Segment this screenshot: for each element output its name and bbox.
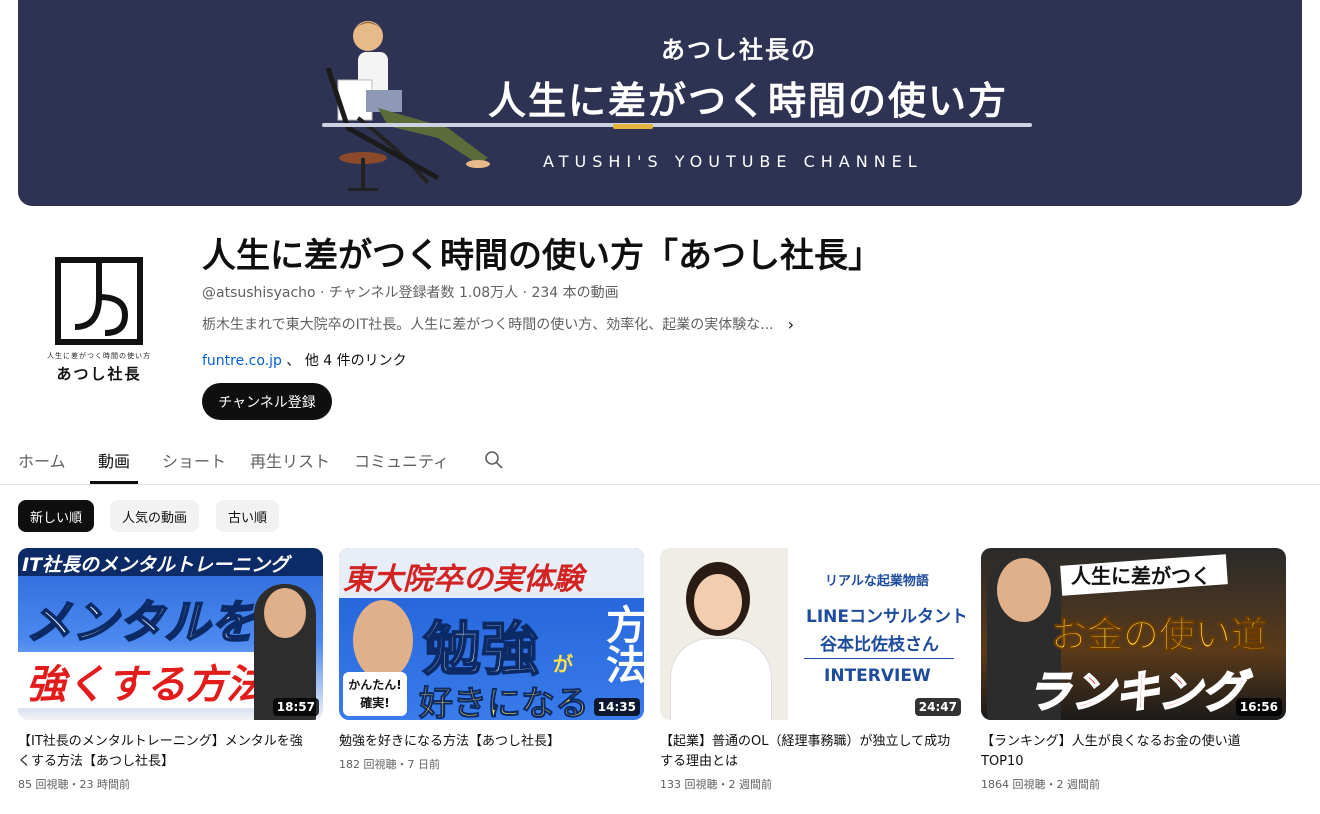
channel-links: funtre.co.jp 、 他 4 件のリンク bbox=[202, 350, 407, 370]
duration-badge: 14:35 bbox=[593, 698, 640, 716]
duration-badge: 16:56 bbox=[1235, 698, 1282, 716]
video-meta: 133 回視聴・2 週間前 bbox=[660, 778, 772, 791]
thumbnail-sub-text: ランキング bbox=[1026, 666, 1247, 719]
video-title[interactable]: 【IT社長のメンタルトレーニング】メンタルを強くする方法【あつし社長】 bbox=[18, 732, 313, 772]
thumbnail-line2: LINEコンサルタント bbox=[806, 607, 965, 627]
banner-english-text: ATUSHI'S YOUTUBE CHANNEL bbox=[543, 152, 923, 171]
video-thumbnail[interactable]: 東大院卒の実体験 勉強 が 方法 かんたん!確実! 好きになる 14:35 bbox=[339, 548, 644, 720]
video-thumbnail[interactable]: IT社長のメンタルトレーニング メンタルを 強くする方法 18:57 bbox=[18, 548, 323, 720]
avatar-name: あつし社長 bbox=[56, 364, 142, 383]
thumbnail-main-text: メンタルを bbox=[25, 594, 257, 650]
person-face bbox=[997, 558, 1051, 622]
thumbnail-sub-text: 好きになる bbox=[419, 684, 590, 721]
person-reading-illustration bbox=[325, 21, 490, 191]
video-thumbnail[interactable]: 人生に差がつく お金の使い道 ランキング 16:56 bbox=[981, 548, 1286, 720]
thumbnail-line4: INTERVIEW bbox=[824, 666, 931, 686]
thumbnail-heading: 東大院卒の実体験 bbox=[343, 562, 583, 597]
thumbnail-main-text: 勉強 bbox=[422, 614, 540, 684]
duration-badge: 24:47 bbox=[914, 698, 961, 716]
chevron-right-icon[interactable]: › bbox=[788, 315, 794, 334]
thumbnail-line3: 谷本比佐枝さん bbox=[820, 635, 939, 655]
thumbnail-heading: IT社長のメンタルトレーニング bbox=[22, 554, 290, 576]
channel-logo-icon bbox=[55, 256, 143, 345]
banner-divider-accent bbox=[613, 124, 653, 129]
channel-meta: @atsushisyacho · チャンネル登録者数 1.08万人 · 234 … bbox=[202, 285, 619, 301]
thumbnail-line1: リアルな起業物語 bbox=[825, 574, 929, 589]
video-meta: 85 回視聴・23 時間前 bbox=[18, 778, 130, 791]
tab-community[interactable]: コミュニティ bbox=[354, 448, 449, 472]
tab-shorts[interactable]: ショート bbox=[162, 448, 226, 472]
active-tab-indicator bbox=[90, 481, 138, 484]
channel-title: 人生に差がつく時間の使い方「あつし社長」 bbox=[202, 236, 882, 276]
banner-title: 人生に差がつく時間の使い方 bbox=[488, 79, 1009, 123]
avatar-tagline: 人生に差がつく時間の使い方 bbox=[47, 351, 151, 360]
video-title[interactable]: 【ランキング】人生が良くなるお金の使い道TOP10 bbox=[981, 732, 1276, 772]
duration-badge: 18:57 bbox=[272, 698, 319, 716]
subscribe-button[interactable]: チャンネル登録 bbox=[202, 383, 332, 420]
person-face bbox=[264, 588, 306, 638]
channel-tabs: ホーム 動画 ショート 再生リスト コミュニティ bbox=[0, 438, 1320, 485]
tab-home[interactable]: ホーム bbox=[18, 448, 66, 472]
banner-subtitle: あつし社長の bbox=[661, 36, 817, 64]
video-card[interactable]: 人生に差がつく お金の使い道 ランキング 16:56 【ランキング】人生が良くな… bbox=[981, 548, 1286, 792]
video-thumbnail[interactable]: リアルな起業物語 LINEコンサルタント 谷本比佐枝さん INTERVIEW 2… bbox=[660, 548, 965, 720]
video-card[interactable]: IT社長のメンタルトレーニング メンタルを 強くする方法 18:57 【IT社長… bbox=[18, 548, 323, 792]
video-title[interactable]: 【起業】普通のOL（経理事務職）が独立して成功する理由とは bbox=[660, 732, 955, 772]
channel-link[interactable]: funtre.co.jp bbox=[202, 353, 282, 369]
channel-avatar[interactable]: 人生に差がつく時間の使い方 あつし社長 bbox=[20, 240, 178, 400]
video-meta: 1864 回視聴・2 週間前 bbox=[981, 778, 1100, 791]
thumbnail-side-text: 方法 bbox=[599, 604, 644, 684]
thumbnail-particle: が bbox=[553, 652, 573, 676]
video-title[interactable]: 勉強を好きになる方法【あつし社長】 bbox=[339, 732, 634, 752]
thumbnail-main-text: お金の使い道 bbox=[1050, 615, 1268, 657]
channel-description[interactable]: 栃木生まれで東大院卒のIT社長。人生に差がつく時間の使い方、効率化、起業の実体験… bbox=[202, 314, 794, 334]
more-links-button[interactable]: 他 4 件のリンク bbox=[305, 353, 407, 369]
chip-popular[interactable]: 人気の動画 bbox=[110, 500, 200, 532]
tab-videos[interactable]: 動画 bbox=[98, 448, 130, 472]
search-icon[interactable] bbox=[484, 450, 504, 470]
chip-oldest[interactable]: 古い順 bbox=[216, 500, 280, 532]
thumbnail-sub-text: 強くする方法 bbox=[26, 662, 266, 708]
thumbnail-heading: 人生に差がつく bbox=[1071, 564, 1211, 588]
video-card[interactable]: 東大院卒の実体験 勉強 が 方法 かんたん!確実! 好きになる 14:35 勉強… bbox=[339, 548, 644, 772]
chip-newest[interactable]: 新しい順 bbox=[18, 500, 95, 532]
channel-description-text: 栃木生まれで東大院卒のIT社長。人生に差がつく時間の使い方、効率化、起業の実体験… bbox=[202, 317, 774, 333]
channel-link-separator: 、 bbox=[286, 353, 301, 369]
channel-banner: あつし社長の 人生に差がつく時間の使い方 ATUSHI'S YOUTUBE CH… bbox=[18, 0, 1302, 206]
banner-divider bbox=[322, 123, 1032, 127]
video-card[interactable]: リアルな起業物語 LINEコンサルタント 谷本比佐枝さん INTERVIEW 2… bbox=[660, 548, 965, 792]
tab-playlists[interactable]: 再生リスト bbox=[250, 448, 330, 472]
video-meta: 182 回視聴・7 日前 bbox=[339, 758, 440, 771]
person-face bbox=[353, 600, 413, 680]
thumbnail-badge: かんたん!確実! bbox=[343, 672, 407, 716]
